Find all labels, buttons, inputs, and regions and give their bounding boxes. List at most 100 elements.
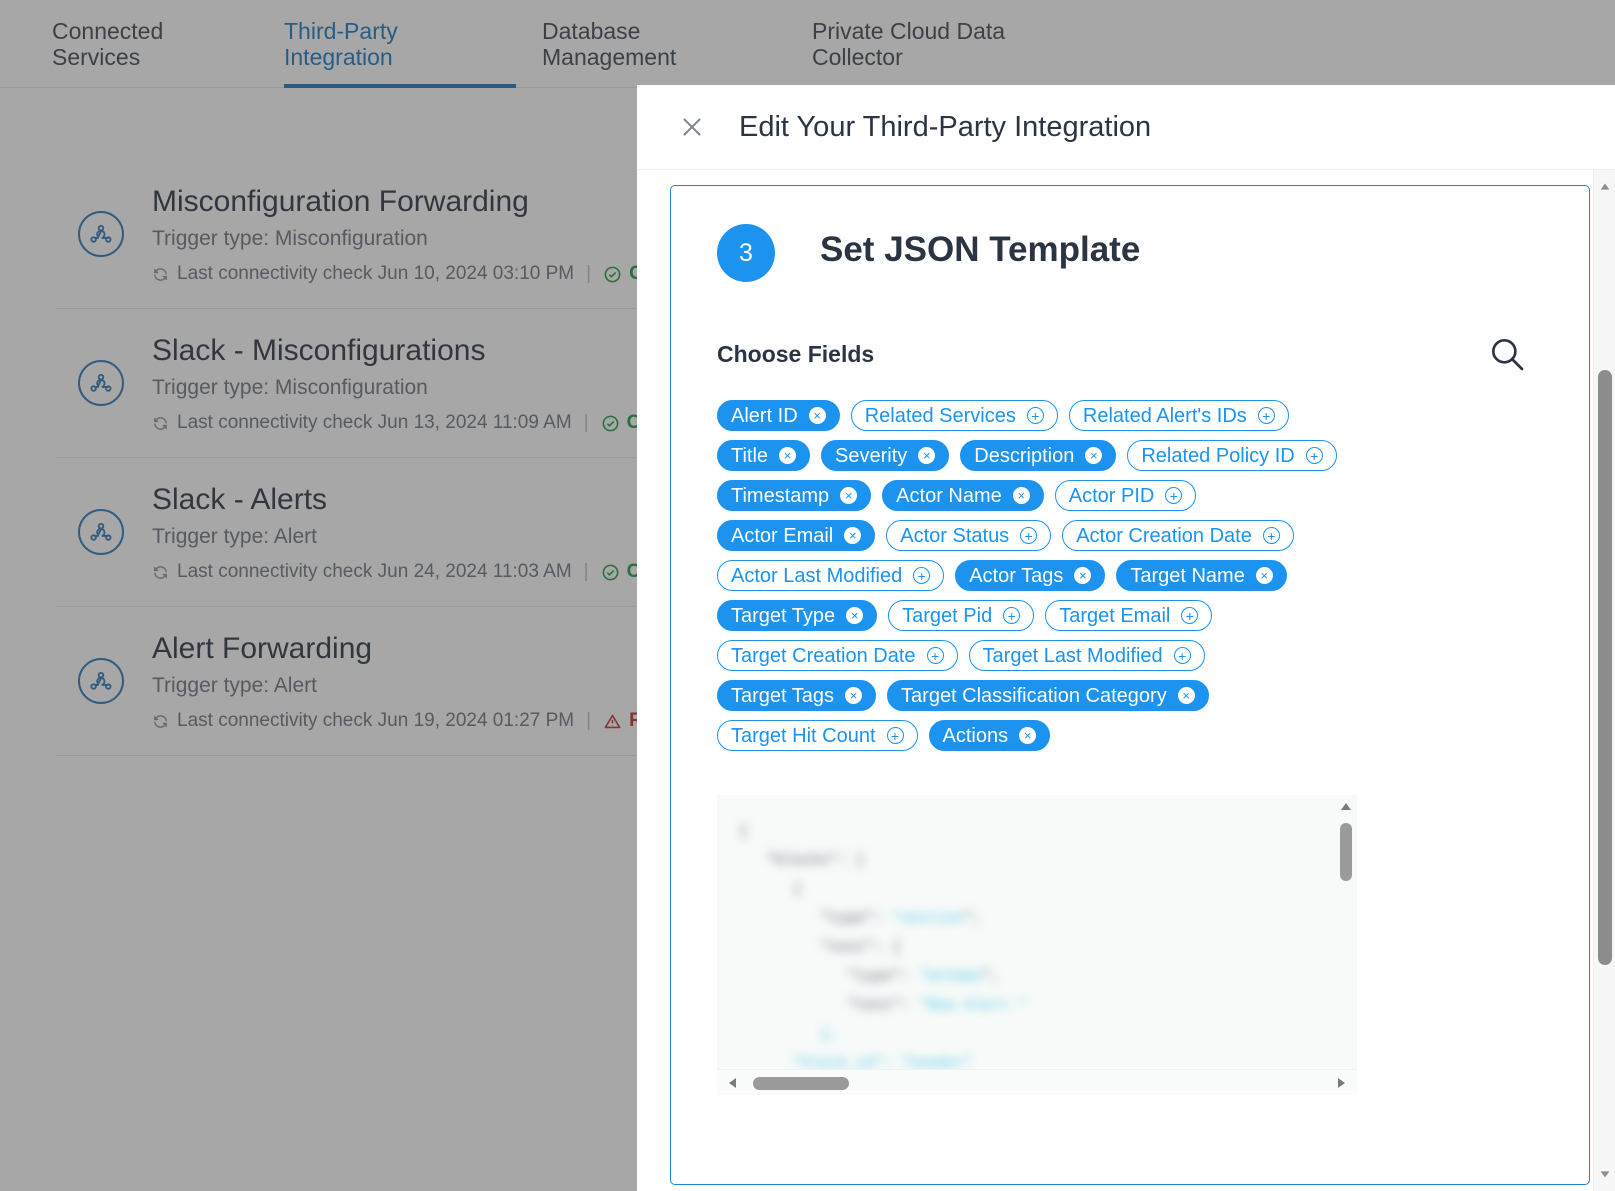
modal-scrollbar[interactable]	[1593, 170, 1615, 1191]
modal-scroll-up-icon[interactable]	[1598, 180, 1612, 194]
add-field-icon[interactable]: +	[1262, 527, 1280, 544]
field-chip[interactable]: Actions ×	[928, 720, 1051, 751]
modal-scroll-thumb[interactable]	[1598, 370, 1612, 965]
field-chip-label: Target Hit Count	[731, 724, 876, 747]
tab-third-party-integration[interactable]: Third-Party Integration	[284, 18, 516, 88]
field-chip[interactable]: Actor Creation Date +	[1062, 520, 1294, 551]
remove-field-icon[interactable]: ×	[845, 687, 863, 704]
field-chip[interactable]: Target Hit Count +	[717, 720, 918, 751]
json-code-content: { "blocks": [ { "type": "section", "text…	[739, 823, 1028, 1072]
add-field-icon[interactable]: +	[1165, 487, 1183, 504]
tab-database-management[interactable]: Database Management	[542, 18, 766, 88]
field-chip-label: Target Email	[1059, 604, 1171, 627]
add-field-icon[interactable]: +	[886, 727, 904, 744]
field-chip[interactable]: Alert ID ×	[717, 400, 840, 431]
remove-field-icon[interactable]: ×	[779, 447, 797, 464]
field-chip[interactable]: Actor Last Modified +	[717, 560, 945, 591]
add-field-icon[interactable]: +	[926, 647, 944, 664]
field-chip[interactable]: Actor Email ×	[717, 520, 876, 551]
remove-field-icon[interactable]: ×	[1255, 567, 1273, 584]
field-chip[interactable]: Target Creation Date +	[717, 640, 958, 671]
integration-trigger-type: Trigger type: Alert	[152, 674, 317, 697]
connectivity-text: Last connectivity check Jun 10, 2024 03:…	[177, 263, 575, 284]
field-chip-label: Title	[731, 444, 769, 467]
connectivity-text: Last connectivity check Jun 19, 2024 01:…	[177, 710, 575, 731]
tab-connected-services[interactable]: Connected Services	[52, 18, 242, 88]
add-field-icon[interactable]: +	[1173, 647, 1191, 664]
field-chip[interactable]: Target Name ×	[1116, 560, 1287, 591]
field-chip[interactable]: Target Type ×	[717, 600, 878, 631]
modal-title: Edit Your Third-Party Integration	[739, 110, 1152, 143]
field-chip[interactable]: Actor Tags ×	[955, 560, 1106, 591]
scroll-up-icon[interactable]	[1338, 799, 1354, 815]
field-chip-label: Actor Tags	[969, 564, 1064, 587]
remove-field-icon[interactable]: ×	[1074, 567, 1092, 584]
remove-field-icon[interactable]: ×	[840, 487, 858, 504]
field-chip-label: Related Alert's IDs	[1082, 404, 1247, 427]
field-chip-list: Alert ID × Related Services + Related Alert'…	[717, 400, 1337, 751]
add-field-icon[interactable]: +	[1181, 607, 1199, 624]
field-chip[interactable]: Target Classification Category ×	[887, 680, 1209, 711]
json-template-editor[interactable]: { "blocks": [ { "type": "section", "text…	[717, 795, 1357, 1095]
integration-connectivity: Last connectivity check Jun 13, 2024 11:…	[152, 412, 675, 434]
field-chip[interactable]: Timestamp ×	[717, 480, 872, 511]
connectivity-text: Last connectivity check Jun 13, 2024 11:…	[177, 412, 572, 433]
add-field-icon[interactable]: +	[1257, 407, 1275, 424]
integration-name: Misconfiguration Forwarding	[152, 185, 529, 218]
editor-vertical-scrollbar[interactable]	[1335, 795, 1357, 1095]
add-field-icon[interactable]: +	[1305, 447, 1323, 464]
add-field-icon[interactable]: +	[913, 567, 931, 584]
scroll-left-icon[interactable]	[725, 1075, 741, 1091]
remove-field-icon[interactable]: ×	[1012, 487, 1030, 504]
integration-name: Slack - Misconfigurations	[152, 334, 486, 367]
field-chip-label: Related Policy ID	[1141, 444, 1295, 467]
field-chip-label: Target Creation Date	[731, 644, 916, 667]
field-chip[interactable]: Actor Name ×	[882, 480, 1044, 511]
field-chip[interactable]: Related Services +	[850, 400, 1058, 431]
add-field-icon[interactable]: +	[1026, 407, 1044, 424]
editor-vertical-scroll-thumb[interactable]	[1340, 823, 1352, 881]
field-chip[interactable]: Target Email +	[1045, 600, 1213, 631]
field-chip-label: Actions	[942, 724, 1009, 747]
meta-separator: |	[583, 561, 589, 582]
remove-field-icon[interactable]: ×	[1019, 727, 1037, 744]
meta-separator: |	[583, 412, 589, 433]
integration-connectivity: Last connectivity check Jun 10, 2024 03:…	[152, 263, 678, 285]
field-chip[interactable]: Severity ×	[821, 440, 950, 471]
remove-field-icon[interactable]: ×	[918, 447, 936, 464]
field-chip[interactable]: Related Policy ID +	[1127, 440, 1337, 471]
modal-header: Edit Your Third-Party Integration	[637, 85, 1615, 170]
scroll-right-icon[interactable]	[1333, 1075, 1349, 1091]
remove-field-icon[interactable]: ×	[1085, 447, 1103, 464]
editor-horizontal-scrollbar[interactable]	[717, 1069, 1357, 1095]
modal-body: 3 Set JSON Template Choose Fields Alert …	[637, 170, 1615, 1191]
field-chip[interactable]: Target Pid +	[888, 600, 1035, 631]
field-chip-label: Target Type	[731, 604, 836, 627]
step-number-badge: 3	[717, 224, 775, 282]
field-chip-label: Actor Name	[896, 484, 1002, 507]
field-chip[interactable]: Description ×	[960, 440, 1117, 471]
add-field-icon[interactable]: +	[1003, 607, 1021, 624]
add-field-icon[interactable]: +	[1020, 527, 1038, 544]
remove-field-icon[interactable]: ×	[808, 407, 826, 424]
meta-separator: |	[586, 710, 592, 731]
editor-horizontal-scroll-thumb[interactable]	[753, 1077, 849, 1090]
remove-field-icon[interactable]: ×	[846, 607, 864, 624]
field-chip[interactable]: Title ×	[717, 440, 811, 471]
field-chip-label: Target Last Modified	[982, 644, 1163, 667]
remove-field-icon[interactable]: ×	[844, 527, 862, 544]
field-chip-label: Description	[974, 444, 1075, 467]
webhook-icon	[78, 360, 124, 406]
remove-field-icon[interactable]: ×	[1177, 687, 1195, 704]
edit-integration-modal: Edit Your Third-Party Integration 3 Set …	[637, 85, 1615, 1191]
tab-private-cloud-data-collector[interactable]: Private Cloud Data Collector	[812, 18, 1092, 88]
search-icon[interactable]	[1487, 334, 1527, 374]
field-chip[interactable]: Actor Status +	[886, 520, 1052, 551]
modal-scroll-down-icon[interactable]	[1598, 1167, 1612, 1181]
field-chip-label: Target Classification Category	[901, 684, 1167, 707]
field-chip[interactable]: Target Last Modified +	[968, 640, 1205, 671]
field-chip[interactable]: Target Tags ×	[717, 680, 877, 711]
close-icon[interactable]	[675, 110, 709, 144]
field-chip[interactable]: Related Alert's IDs +	[1068, 400, 1289, 431]
field-chip[interactable]: Actor PID +	[1054, 480, 1197, 511]
